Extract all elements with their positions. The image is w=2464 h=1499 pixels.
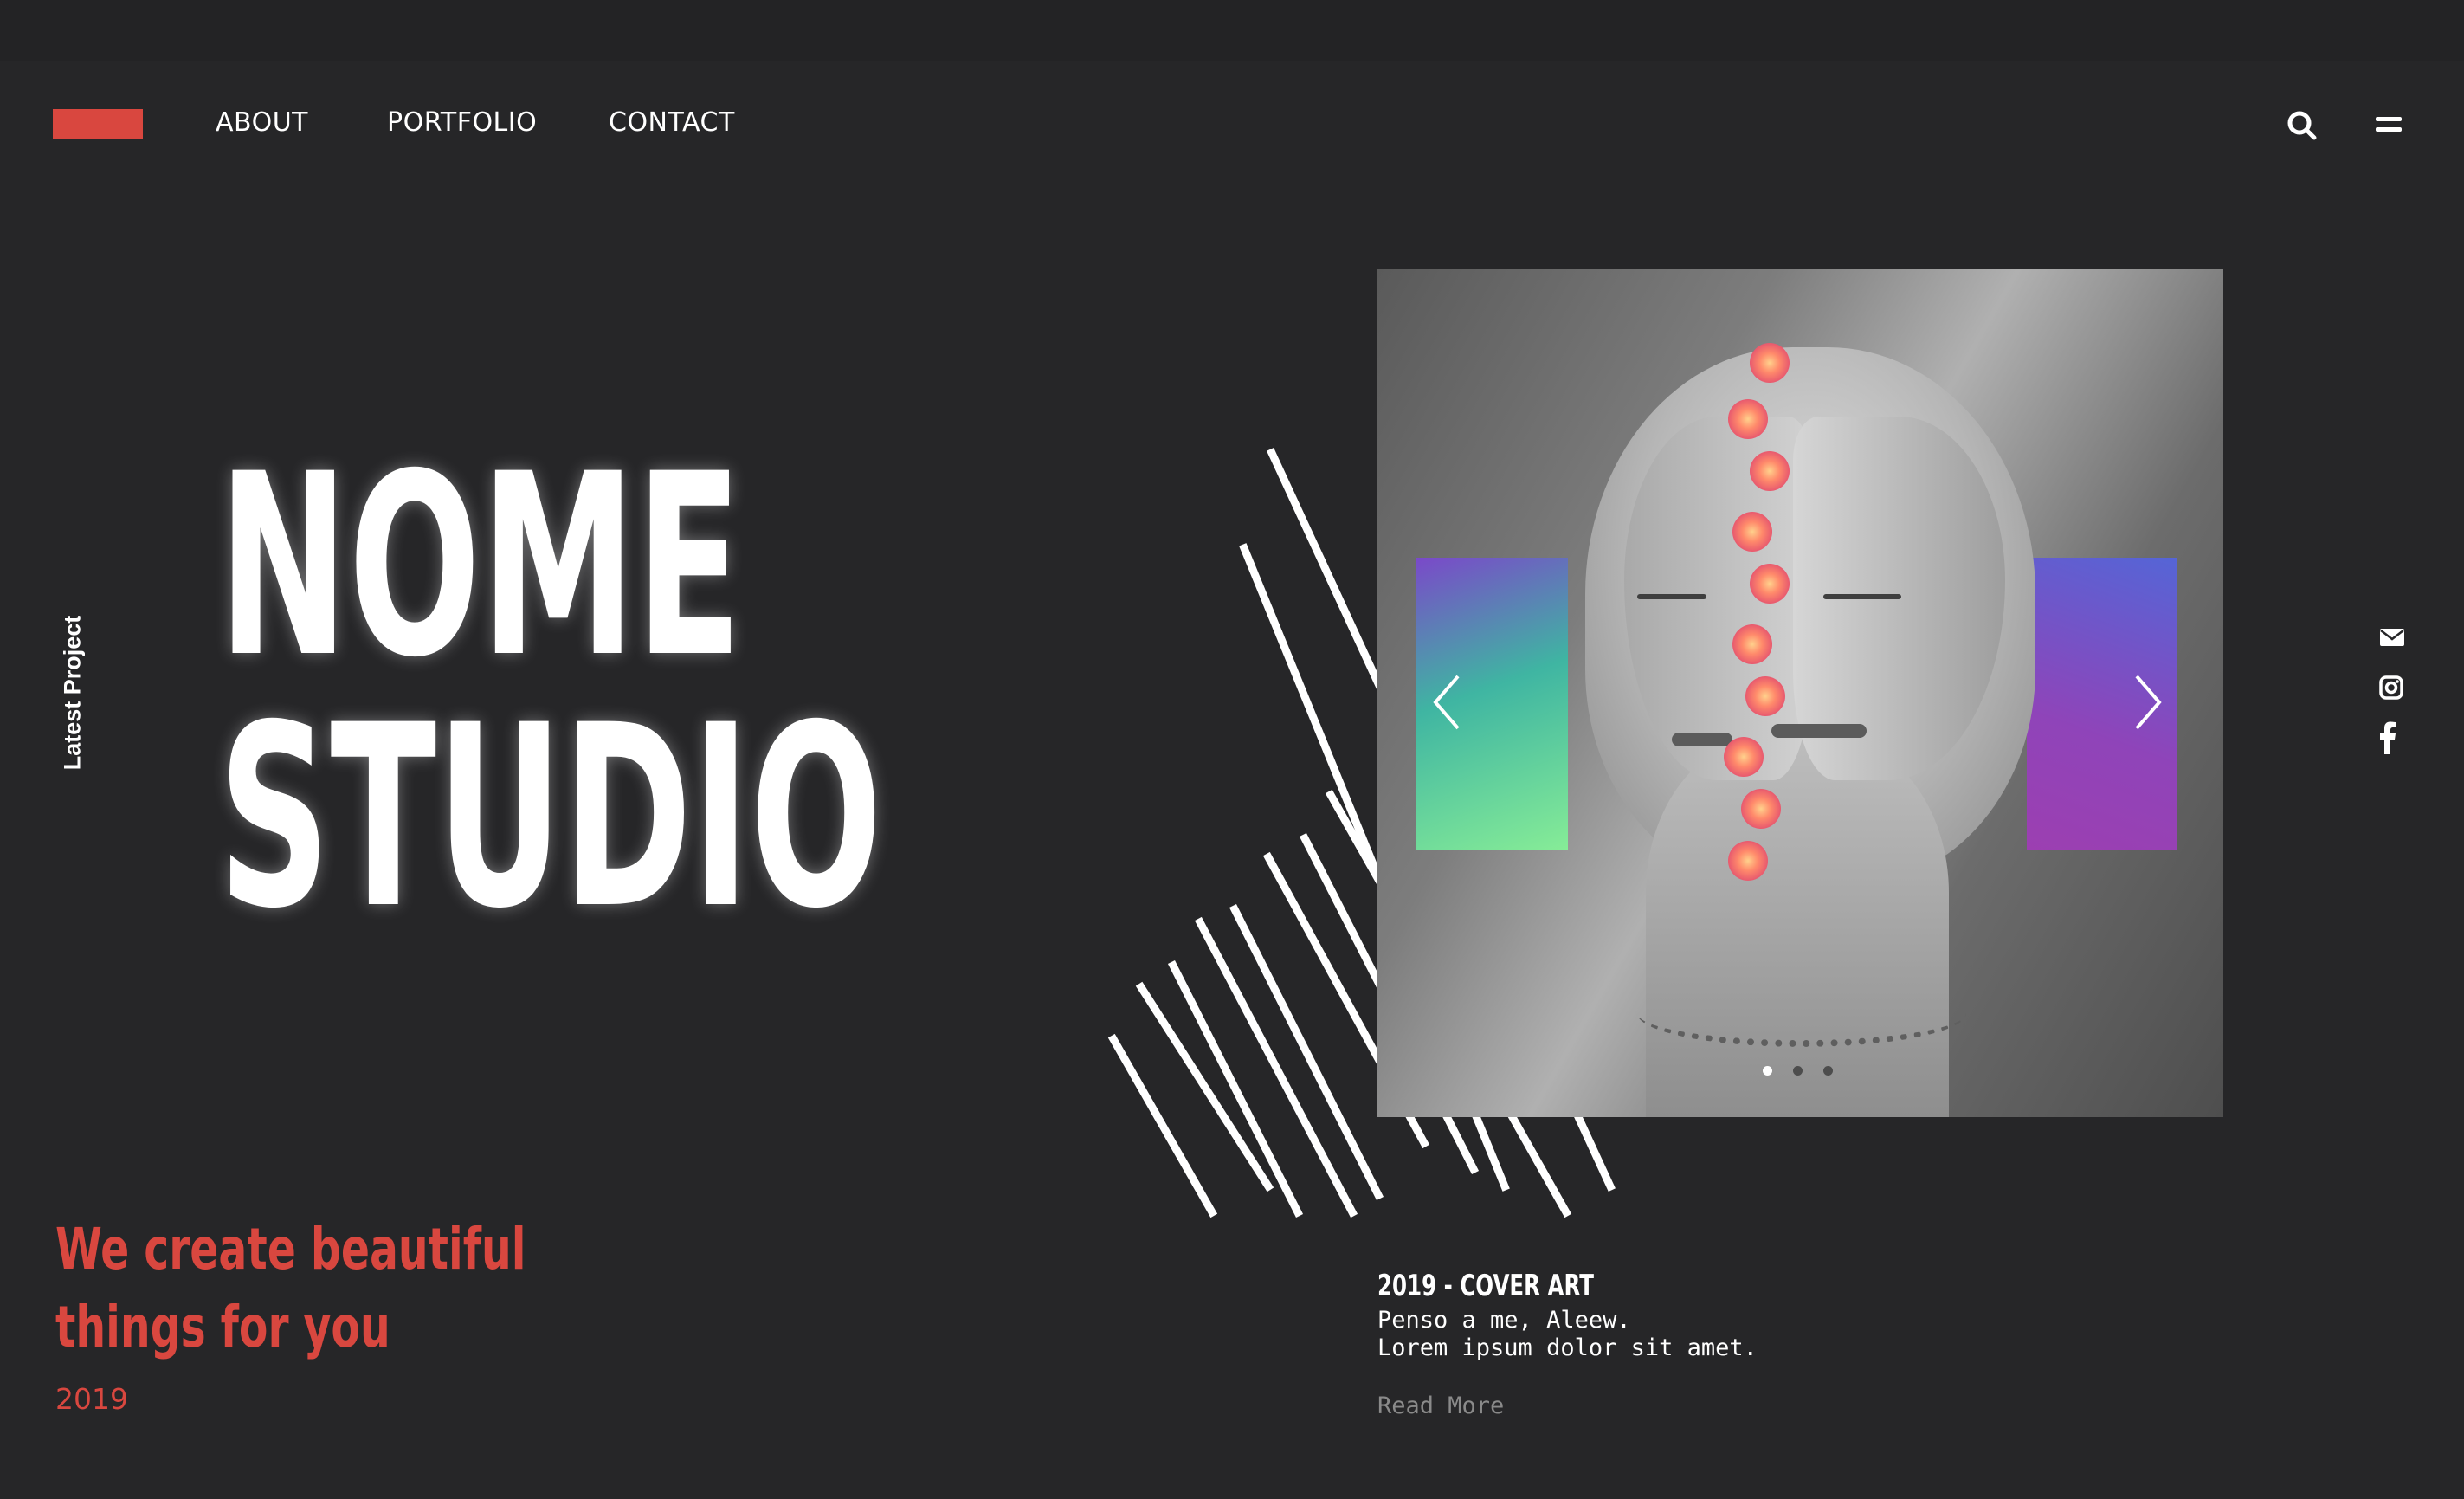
portrait-mouth	[1672, 733, 1732, 746]
flower	[1728, 841, 1768, 881]
flower	[1732, 512, 1772, 552]
slider-dot[interactable]	[1763, 1066, 1772, 1076]
top-band	[0, 0, 2464, 61]
project-image	[1377, 269, 2223, 1117]
menu-icon[interactable]	[2374, 112, 2403, 138]
project-description-line-2: Lorem ipsum dolor sit amet.	[1377, 1334, 1758, 1361]
project-description-line-1: Penso a me, Aleew.	[1377, 1307, 1631, 1334]
hero-title-line-1: NOME	[218, 421, 743, 713]
slider-dots	[1763, 1064, 1854, 1080]
flower	[1741, 789, 1781, 829]
nav-portfolio[interactable]: PORTFOLIO	[387, 107, 537, 138]
portrait-mouth	[1771, 724, 1867, 738]
instagram-icon[interactable]	[2379, 675, 2403, 700]
chevron-right-icon[interactable]	[2126, 668, 2170, 737]
flower	[1750, 451, 1790, 491]
mail-icon[interactable]	[2379, 628, 2405, 647]
latest-project-label: Latest Project	[59, 615, 86, 771]
slider-dot[interactable]	[1793, 1066, 1803, 1076]
chevron-left-icon[interactable]	[1425, 668, 1468, 737]
project-title: 2019 - COVER ART	[1377, 1269, 1594, 1303]
tagline: We create beautiful things for you	[55, 1211, 526, 1367]
flower	[1724, 737, 1764, 777]
tagline-year: 2019	[55, 1382, 128, 1416]
tagline-line-2: things for you	[55, 1294, 390, 1360]
portrait-eye	[1823, 594, 1901, 599]
slider-dot[interactable]	[1823, 1066, 1833, 1076]
tagline-line-1: We create beautiful	[55, 1216, 526, 1283]
flower	[1728, 399, 1768, 439]
nav-about[interactable]: ABOUT	[216, 107, 308, 138]
flower	[1745, 676, 1785, 716]
hero-title-line-2: STUDIO	[218, 672, 883, 964]
flower	[1750, 564, 1790, 604]
portrait-neck	[1646, 737, 1949, 1117]
facebook-icon[interactable]	[2379, 721, 2396, 754]
search-icon[interactable]	[2285, 108, 2319, 143]
read-more-link[interactable]: Read More	[1377, 1392, 1504, 1419]
portrait-necklace	[1637, 979, 1966, 1047]
flower	[1732, 624, 1772, 664]
nav-contact[interactable]: CONTACT	[609, 107, 735, 138]
portrait-eye	[1637, 594, 1706, 599]
flower	[1750, 343, 1790, 383]
logo[interactable]	[53, 109, 143, 139]
hero-title: NOME STUDIO	[218, 442, 882, 944]
